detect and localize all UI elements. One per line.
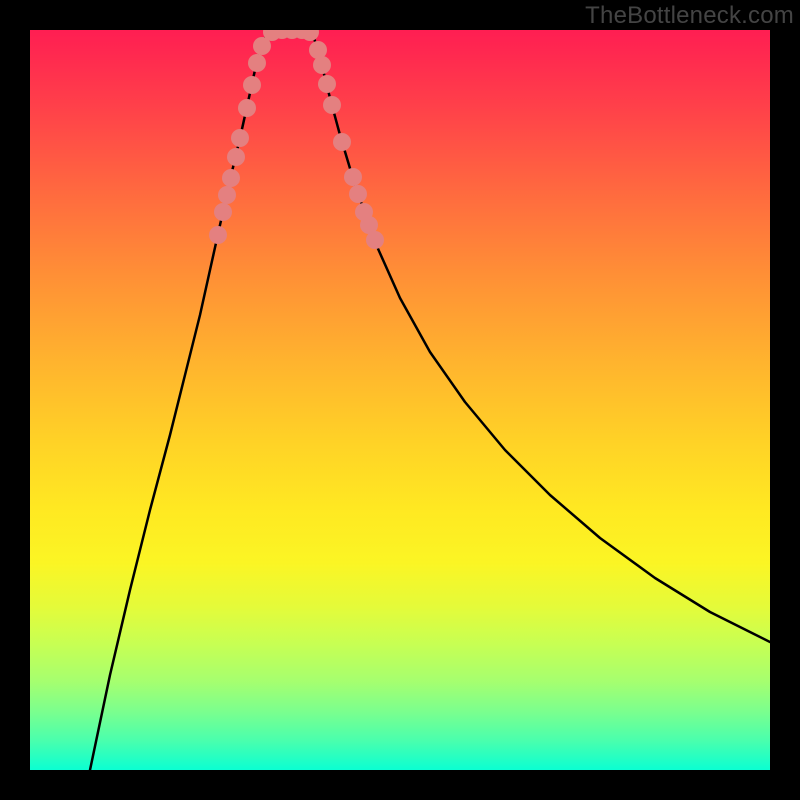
data-dot xyxy=(209,226,227,244)
data-dot xyxy=(238,99,256,117)
data-dot xyxy=(222,169,240,187)
data-dot xyxy=(318,75,336,93)
data-dot xyxy=(349,185,367,203)
data-dot xyxy=(248,54,266,72)
data-dot xyxy=(366,231,384,249)
data-dot xyxy=(218,186,236,204)
data-dot xyxy=(214,203,232,221)
plot-area xyxy=(30,30,770,770)
data-dot xyxy=(344,168,362,186)
data-dot xyxy=(313,56,331,74)
chart-svg xyxy=(30,30,770,770)
chart-frame: TheBottleneck.com xyxy=(0,0,800,800)
data-dot xyxy=(333,133,351,151)
data-dot xyxy=(323,96,341,114)
curve-right xyxy=(310,30,770,642)
data-dot xyxy=(227,148,245,166)
data-dot xyxy=(243,76,261,94)
data-dot xyxy=(301,30,319,41)
data-dot xyxy=(231,129,249,147)
watermark-text: TheBottleneck.com xyxy=(585,2,794,30)
